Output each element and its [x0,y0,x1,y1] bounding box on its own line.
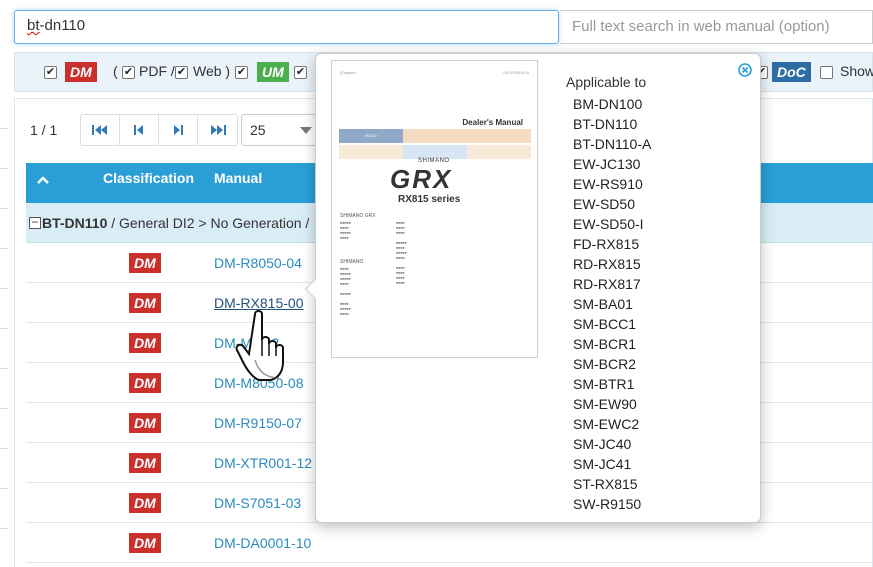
doc-filter-badge: DoC [772,62,811,82]
page-size-select[interactable]: 25 [241,114,321,146]
model-item: SM-BA01 [573,296,633,312]
applicable-popup: (English) DM-RX815-00 Dealer's Manual RO… [305,53,761,523]
left-gutter [0,98,14,567]
app-root: bt-dn110 Full text search in web manual … [0,0,873,567]
pager [80,114,238,146]
thumb-col-header: SHIMANO GRX [340,213,376,219]
manual-link[interactable]: DM-XTR001-12 [214,455,312,471]
dm-badge: DM [129,533,161,553]
dm-badge: DM [129,253,161,273]
last-page-button[interactable] [198,115,237,145]
prev-page-button[interactable] [120,115,159,145]
thumb-logo: GRX [390,164,453,194]
um-checkbox[interactable]: ✔ [235,66,248,79]
thumb-list: ■■■■ ■■■■■ ■■■■■ ■■■■ ■■■■■ ■■■■ ■■■■■ ■■■■ [340,267,351,316]
model-item: EW-RS910 [573,176,643,192]
model-item: SM-EWC2 [573,416,640,432]
chevron-down-icon [300,127,312,134]
group-name: BT-DN110 [42,215,108,231]
search-value-prefix: bt [27,17,40,34]
thumb-list: ■■■■■ ■■■■ ■■■■■ ■■■■ [340,221,351,240]
model-item: SM-BTR1 [573,376,635,392]
manual-thumbnail[interactable]: (English) DM-RX815-00 Dealer's Manual RO… [331,60,538,358]
hand-cursor-icon [235,310,284,381]
dm-badge: DM [129,373,161,393]
open-paren: ( [113,63,118,79]
model-item: SM-EW90 [573,396,637,412]
manual-link[interactable]: DM-RX815-00 [214,295,303,311]
thumb-cat-road: ROAD [339,129,403,143]
model-item: RD-RX817 [573,276,641,292]
model-item: SM-BCR1 [573,336,637,352]
applicable-title: Applicable to [566,74,647,90]
dm-badge: DM [129,493,161,513]
dm-badge: DM [129,333,161,353]
thumb-col-header-2: SHIMANO [340,259,364,265]
thumb-cat [403,129,467,143]
collapse-all-icon[interactable] [36,175,50,185]
show-checkbox[interactable] [820,66,833,79]
search-value-rest: -dn110 [39,17,86,34]
show-label: Show [840,63,873,79]
um-sub-checkbox[interactable]: ✔ [294,66,307,79]
model-item: SM-JC40 [573,436,632,452]
model-item: ST-RX815 [573,476,638,492]
thumb-title: Dealer's Manual [462,118,523,127]
thumb-series: RX815 series [398,194,461,205]
model-item: SW-R9150 [573,496,642,512]
page-size-value: 25 [250,122,266,138]
model-item: BM-DN100 [573,96,643,112]
thumb-cat [467,129,531,143]
close-icon[interactable] [738,63,752,77]
pdf-checkbox[interactable]: ✔ [122,66,135,79]
um-filter-badge: UM [257,62,289,82]
first-page-icon [92,125,107,135]
last-page-icon [210,125,226,135]
model-item: EW-SD50 [573,196,635,212]
group-path: / General DI2 > No Generation / [107,215,310,231]
web-label: Web ) [193,63,231,79]
model-item: FD-RX815 [573,236,640,252]
thumb-cat [339,145,403,159]
page-count: 1 / 1 [30,122,58,138]
pdf-label: PDF / [139,63,175,79]
first-page-button[interactable] [81,115,120,145]
thumb-lang: (English) [340,70,356,75]
thumb-cat [403,145,467,159]
model-item: SM-JC41 [573,456,632,472]
next-page-icon [174,125,183,135]
dm-checkbox[interactable]: ✔ [44,66,57,79]
model-item: RD-RX815 [573,256,641,272]
model-item: BT-DN110-A [573,136,652,152]
model-item: EW-JC130 [573,156,641,172]
next-page-button[interactable] [159,115,198,145]
dm-badge: DM [129,413,161,433]
prev-page-icon [134,125,143,135]
manual-link[interactable]: DM-R9150-07 [214,415,302,431]
model-item: BT-DN110 [573,116,638,132]
search-input[interactable]: bt-dn110 [14,10,559,44]
group-collapse-icon[interactable]: − [29,216,41,229]
thumb-list: ■■■■ ■■■■ ■■■■ ■■■■■ ■■■■ ■■■■■ ■■■■ ■■■■ ■■■■ ■■… [396,221,407,285]
model-item: EW-SD50-I [573,216,644,232]
table-row: DM DM-DA0001-10 [26,523,873,563]
col-manual[interactable]: Manual [214,170,262,186]
manual-link[interactable]: DM-S7051-03 [214,495,301,511]
thumb-docnum: DM-RX815-00 [503,70,529,75]
fulltext-search-input[interactable]: Full text search in web manual (option) [560,10,873,44]
manual-link[interactable]: DM-R8050-04 [214,255,302,271]
applicable-list: BM-DN100 BT-DN110 BT-DN110-A EW-JC130 EW… [573,94,651,514]
model-item: SM-BCR2 [573,356,637,372]
model-item: SM-BCC1 [573,316,637,332]
col-classification[interactable]: Classification [103,170,194,186]
dm-badge: DM [129,453,161,473]
manual-link[interactable]: DM-DA0001-10 [214,535,311,551]
thumb-cat [467,145,531,159]
dm-badge: DM [129,293,161,313]
web-checkbox[interactable]: ✔ [175,66,188,79]
dm-filter-badge: DM [65,62,97,82]
